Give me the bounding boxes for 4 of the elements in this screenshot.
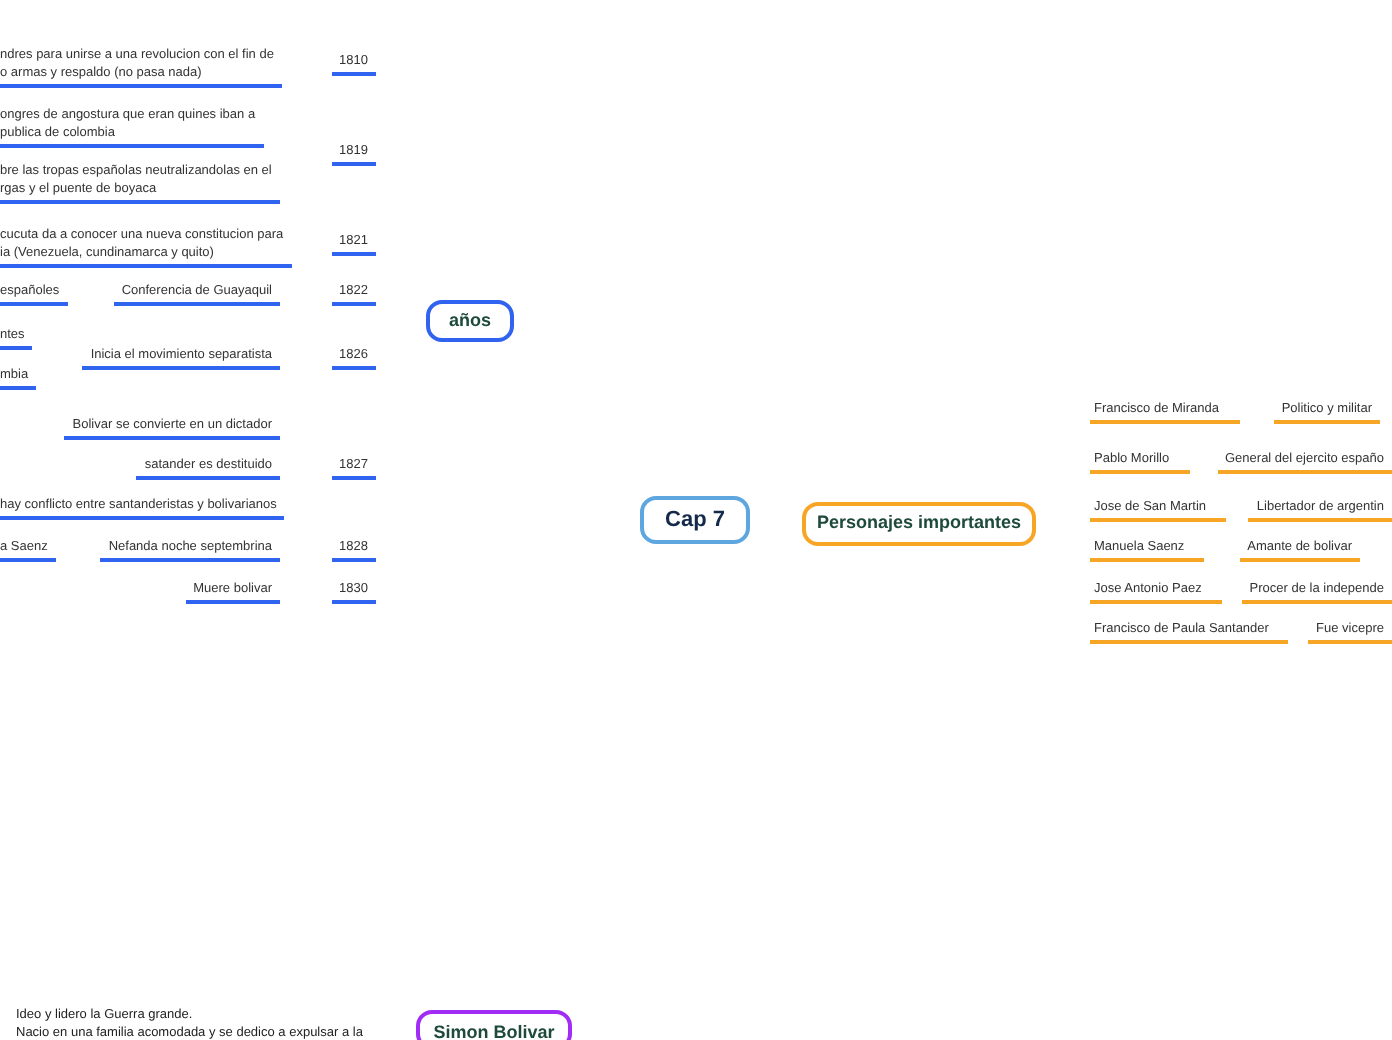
topic-box[interactable]: Simon Bolivar (416, 1010, 572, 1040)
topic-box[interactable]: años (426, 300, 514, 342)
topic-box[interactable]: Personajes importantes (802, 502, 1036, 546)
central-topic[interactable]: Cap 7 (640, 496, 750, 544)
